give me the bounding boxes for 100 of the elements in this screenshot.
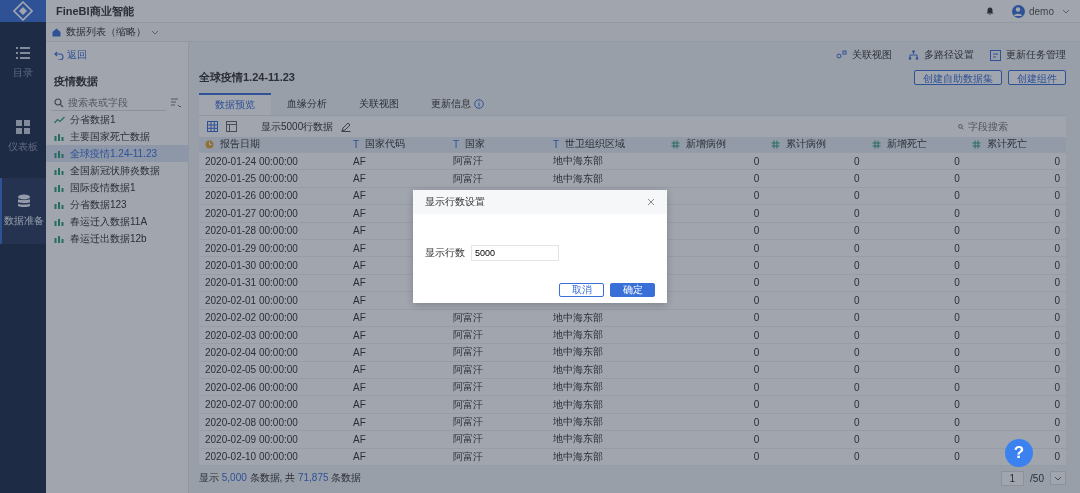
table-cell: 0	[853, 416, 860, 428]
close-icon[interactable]	[647, 198, 655, 206]
avatar-icon[interactable]	[1012, 4, 1025, 18]
table-cell: AF	[353, 433, 366, 445]
row-count-label: 显示5000行数据	[261, 119, 334, 134]
column-header[interactable]: T 国家	[447, 138, 547, 151]
tab[interactable]: 关联视图	[343, 93, 415, 115]
breadcrumb[interactable]: 数据列表（缩略）	[66, 25, 146, 39]
table-cell: 0	[1054, 277, 1060, 289]
table-cell: 0	[753, 225, 760, 237]
hierarchy-icon	[908, 50, 919, 60]
number-type-icon	[771, 140, 781, 149]
table-cell: 2020-01-26 00:00:00	[205, 190, 298, 202]
dataset-item[interactable]: 分省数据123	[46, 196, 188, 213]
table-cell: 0	[954, 242, 960, 254]
column-header[interactable]: 累计死亡	[965, 138, 1066, 151]
column-header[interactable]: 累计病例	[765, 138, 866, 151]
table-cell: 2020-02-04 00:00:00	[205, 347, 298, 358]
toolbar-action[interactable]: 多路径设置	[908, 48, 974, 62]
tab[interactable]: 更新信息	[415, 93, 500, 115]
table-cell: 0	[853, 155, 860, 167]
field-search[interactable]: 字段搜索	[958, 121, 1058, 132]
input-field[interactable]: 5000	[471, 244, 559, 261]
home-icon	[52, 27, 61, 37]
table-cell: 2020-02-07 00:00:00	[205, 399, 298, 411]
bar-chart-icon	[54, 132, 65, 141]
user-name[interactable]: demo	[1029, 5, 1054, 17]
dataset-item[interactable]: 分省数据1	[46, 111, 188, 128]
chevron-down-icon[interactable]	[151, 29, 159, 35]
table-cell: 0	[753, 294, 760, 306]
table-cell: AF	[353, 207, 366, 219]
toolbar-action[interactable]: 关联视图	[836, 48, 892, 62]
table-cell: 0	[954, 433, 960, 445]
line-chart-icon	[54, 115, 65, 124]
chevron-down-icon[interactable]	[1062, 8, 1070, 14]
dataset-item[interactable]: 春运迁出数据12b	[46, 230, 188, 247]
table-cell: 阿富汗	[453, 329, 483, 341]
table-cell: 2020-02-03 00:00:00	[205, 329, 298, 341]
dataset-item[interactable]: 春运迁入数据11A	[46, 213, 188, 230]
table-cell: AF	[353, 381, 366, 393]
table-cell: 0	[853, 312, 860, 324]
tab[interactable]: 血缘分析	[271, 93, 343, 115]
column-header[interactable]: 报告日期	[199, 138, 347, 151]
column-header[interactable]: T 世卫组织区域	[547, 138, 665, 151]
dialog-button[interactable]: 确定	[610, 283, 655, 297]
table-cell: 0	[1054, 207, 1060, 219]
page-input[interactable]: 1	[1000, 470, 1025, 486]
table-cell: 0	[1054, 451, 1060, 463]
edit-icon[interactable]	[341, 121, 352, 132]
outline-button[interactable]: 创建自助数据集	[914, 70, 1002, 85]
back-arrow-icon	[54, 50, 64, 60]
table-cell: 0	[753, 277, 760, 289]
table-cell: 0	[1054, 381, 1060, 393]
table-cell: 0	[853, 329, 860, 341]
text-type-icon: T	[353, 139, 360, 150]
table-cell: 0	[753, 173, 760, 185]
column-header[interactable]: T 国家代码	[347, 138, 447, 151]
search-field[interactable]: 搜索表或字段	[52, 95, 166, 111]
app-title: FineBI商业智能	[56, 3, 134, 19]
table-cell: 0	[753, 329, 760, 341]
dataset-item[interactable]: 国际疫情数据1	[46, 179, 188, 196]
back-link[interactable]: 返回	[46, 46, 95, 64]
toolbar-action[interactable]: 更新任务管理	[990, 48, 1066, 62]
nav-item[interactable]: 数据准备	[0, 178, 46, 244]
column-header[interactable]: 新增死亡	[865, 138, 966, 151]
table-cell: AF	[353, 399, 366, 411]
table-cell: 地中海东部	[553, 363, 603, 375]
dialog-button[interactable]: 取消	[559, 283, 604, 297]
table-cell: 0	[1054, 190, 1060, 202]
relation-icon	[836, 50, 847, 60]
next-page-button[interactable]	[1050, 471, 1066, 486]
table-cell: AF	[353, 242, 366, 254]
filter-icon[interactable]	[170, 97, 182, 109]
table-cell: 2020-02-10 00:00:00	[205, 451, 298, 463]
table-cell: 地中海东部	[553, 433, 603, 445]
table-cell: 0	[753, 155, 760, 167]
form-view-icon[interactable]	[226, 121, 237, 132]
list-icon	[16, 46, 30, 60]
dataset-item[interactable]: 全球疫情1.24-11.23	[46, 145, 188, 162]
dataset-item[interactable]: 全国新冠状肺炎数据	[46, 162, 188, 179]
table-cell: 阿富汗	[453, 433, 483, 445]
table-cell: 0	[1054, 399, 1060, 411]
grid-view-icon[interactable]	[207, 121, 218, 132]
tab[interactable]: 数据预览	[199, 93, 271, 115]
table-cell: 阿富汗	[453, 398, 483, 410]
table-cell: 阿富汗	[453, 172, 483, 184]
outline-button[interactable]: 创建组件	[1008, 70, 1066, 85]
document-icon	[990, 49, 1001, 61]
table-cell: 2020-02-09 00:00:00	[205, 433, 298, 445]
column-header[interactable]: 新增病例	[665, 138, 766, 151]
text-type-icon: T	[453, 139, 460, 150]
dialog-title: 显示行数设置	[425, 195, 485, 209]
table-cell: 0	[853, 173, 860, 185]
table-cell: 0	[1054, 329, 1060, 341]
bell-icon[interactable]	[986, 7, 994, 15]
dataset-title: 全球疫情1.24-11.23	[199, 70, 295, 85]
table-cell: 0	[753, 399, 760, 411]
number-type-icon	[671, 140, 680, 149]
table-cell: 2020-01-27 00:00:00	[205, 207, 298, 219]
dataset-item[interactable]: 主要国家死亡数据	[46, 128, 188, 145]
